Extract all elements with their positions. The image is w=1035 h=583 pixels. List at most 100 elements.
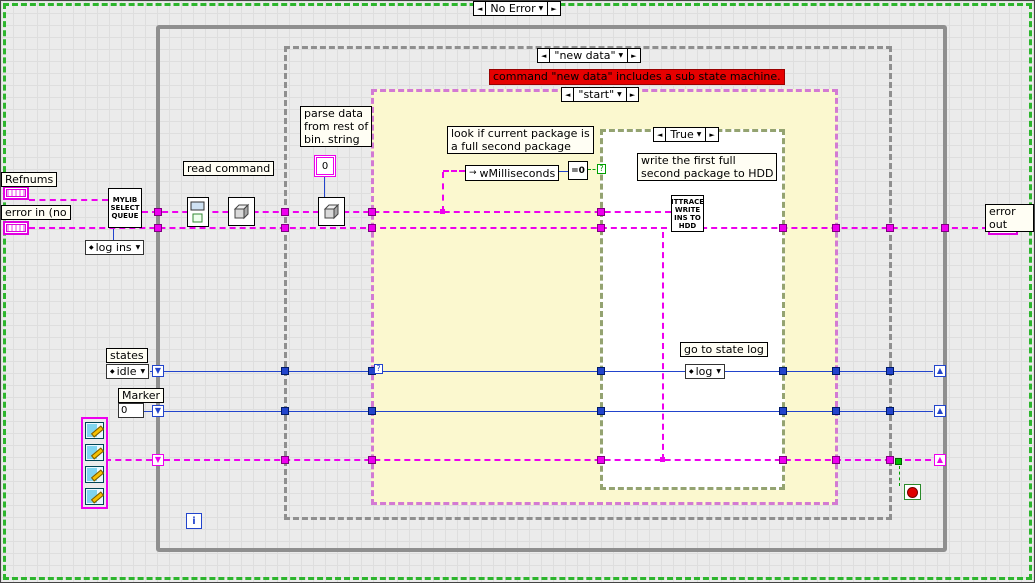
mylib-select-queue-node[interactable]: MYLIB SELECT QUEUE: [108, 188, 142, 228]
case-selector-new-data[interactable]: ◄ "new data" ▼ ►: [537, 48, 641, 63]
chevron-down-icon[interactable]: ▼: [697, 131, 702, 138]
tunnel: [779, 456, 787, 464]
error-out-label: error out: [985, 204, 1034, 232]
enum-constant-idle[interactable]: ◆ idle ▼: [106, 364, 150, 379]
equal-to-zero-node[interactable]: =0: [568, 161, 588, 180]
enum-value: log: [695, 365, 713, 378]
comment-banner: command "new data" includes a sub state …: [489, 69, 785, 85]
case-selector-label: "new data": [554, 49, 616, 62]
case-next-icon[interactable]: ►: [705, 128, 717, 141]
cube-icon: [323, 203, 339, 219]
iteration-terminal: i: [186, 513, 202, 529]
write-file-icon: [85, 465, 104, 483]
error-in-terminal[interactable]: [3, 221, 29, 235]
unflatten-from-string-node[interactable]: [318, 197, 345, 226]
tunnel: [597, 407, 605, 415]
chevron-down-icon[interactable]: ▼: [141, 368, 146, 375]
chevron-down-icon[interactable]: ▼: [136, 244, 141, 251]
shift-register-right[interactable]: ▲: [934, 454, 946, 466]
wire-junction: [660, 457, 665, 462]
tunnel: [779, 407, 787, 415]
tunnel: [281, 367, 289, 375]
enum-glyph-icon: ◆: [89, 244, 94, 251]
tunnel: [886, 407, 894, 415]
shift-register-left[interactable]: ▼: [152, 365, 164, 377]
enum-value: log ins: [95, 241, 132, 254]
queue-icon: [190, 201, 205, 223]
case-selector-no-error[interactable]: ◄ No Error ▼ ►: [473, 1, 561, 16]
write-file-icon: [85, 443, 104, 461]
tunnel: [597, 208, 605, 216]
shift-register-left[interactable]: ▼: [152, 454, 164, 466]
refnums-label: Refnums: [1, 172, 58, 187]
case-selector-label: True: [670, 128, 694, 141]
tunnel: [154, 208, 162, 216]
tunnel: [154, 224, 162, 232]
enum-glyph-icon: ◆: [689, 368, 694, 375]
stop-icon: [907, 486, 918, 498]
case-next-icon[interactable]: ►: [627, 49, 639, 62]
enum-constant-log-ins[interactable]: ◆ log ins ▼: [85, 240, 145, 255]
shift-register-left[interactable]: ▼: [152, 405, 164, 417]
case-selector-label: "start": [578, 88, 615, 101]
case-prev-icon[interactable]: ◄: [562, 88, 575, 101]
enum-constant-log[interactable]: ◆ log ▼: [685, 364, 726, 379]
case-next-icon[interactable]: ►: [625, 88, 638, 101]
string-const-wire: [324, 176, 325, 197]
case-prev-icon[interactable]: ◄: [474, 2, 487, 15]
unwired-question-icon: ?: [374, 364, 383, 374]
error-cluster-wire: [29, 227, 988, 229]
queue-wire: [142, 211, 671, 213]
tunnel: [368, 224, 376, 232]
obtain-queue-node[interactable]: [187, 197, 209, 227]
boolean-constant[interactable]: [895, 458, 902, 465]
wire-junction: [440, 209, 445, 214]
case-prev-icon[interactable]: ◄: [538, 49, 551, 62]
parse-data-label: parse data from rest of bin. string: [300, 106, 373, 147]
shift-register-right[interactable]: ▲: [934, 405, 946, 417]
chevron-down-icon[interactable]: ▼: [716, 368, 721, 375]
write-file-icon: [85, 421, 104, 439]
case-selector-true[interactable]: ◄ True ▼ ►: [653, 127, 719, 142]
stop-condition-terminal[interactable]: [904, 484, 921, 500]
ittrace-down-wire: [662, 232, 664, 460]
chevron-down-icon[interactable]: ▼: [619, 52, 624, 59]
tunnel: [281, 208, 289, 216]
refnum-pattern-icon: [6, 189, 26, 197]
case-prev-icon[interactable]: ◄: [654, 128, 667, 141]
tunnel: [941, 224, 949, 232]
dequeue-element-node[interactable]: [228, 197, 255, 226]
string-constant-zero[interactable]: 0: [316, 157, 334, 175]
chevron-down-icon[interactable]: ▼: [539, 5, 544, 12]
tunnel: [779, 224, 787, 232]
ittrace-write-node[interactable]: ITTRACE WRITE INS TO HDD: [671, 195, 704, 232]
state-wire: [150, 371, 933, 372]
case-structure-true: [600, 129, 785, 490]
tunnel: [886, 456, 894, 464]
cluster-pattern-icon: [6, 224, 26, 232]
read-command-label: read command: [183, 161, 275, 176]
refnum-wire: [29, 199, 108, 201]
case-selector-start[interactable]: ◄ "start" ▼ ►: [561, 87, 640, 102]
tunnel: [597, 224, 605, 232]
tunnel: [368, 407, 376, 415]
chevron-down-icon[interactable]: ▼: [617, 91, 622, 98]
case-next-icon[interactable]: ►: [547, 2, 559, 15]
block-diagram-canvas: ▼ ▼ ▼ ▲ ▲ ▲ ◄ No Error ▼ ► ◄ "new data" ▼ …: [0, 0, 1035, 583]
error-in-label: error in (no: [1, 205, 71, 220]
tunnel: [832, 407, 840, 415]
write-first-label: write the first full second package to H…: [637, 153, 778, 181]
file-refnum-cluster[interactable]: [81, 417, 108, 509]
tunnel: [281, 456, 289, 464]
enum-value: idle: [116, 365, 137, 378]
tunnel: [281, 224, 289, 232]
marker-numeric-constant[interactable]: 0: [118, 403, 144, 418]
go-to-state-label: go to state log: [680, 342, 768, 357]
wmilliseconds-local-variable[interactable]: → wMilliseconds: [465, 165, 559, 181]
refnums-terminal[interactable]: [3, 186, 29, 200]
cube-icon: [233, 203, 249, 219]
enum-glyph-icon: ◆: [110, 368, 115, 375]
states-label: states: [106, 348, 148, 363]
shift-register-right[interactable]: ▲: [934, 365, 946, 377]
file-refs-shift-wire: [164, 459, 931, 461]
